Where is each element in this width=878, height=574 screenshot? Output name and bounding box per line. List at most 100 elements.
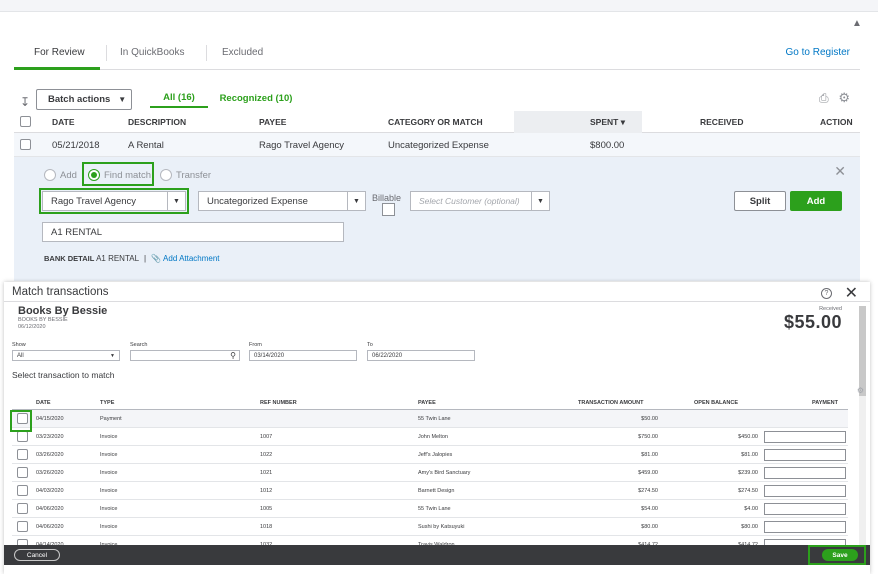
from-value: 03/14/2020 bbox=[254, 352, 285, 359]
payee-select-value: Rago Travel Agency bbox=[51, 195, 137, 207]
radio-transfer[interactable]: Transfer bbox=[160, 169, 211, 181]
tab-for-review[interactable]: For Review bbox=[34, 47, 85, 58]
table-header: DATE DESCRIPTION PAYEE CATEGORY OR MATCH… bbox=[14, 111, 860, 133]
add-attachment-link[interactable]: Add Attachment bbox=[163, 254, 219, 263]
table-row[interactable]: 04/15/2020 Payment 55 Twin Lane $50.00 bbox=[12, 410, 848, 428]
payment-input[interactable] bbox=[764, 431, 846, 443]
search-input[interactable]: ⚲ bbox=[130, 350, 240, 361]
dialog-footer: Cancel Save bbox=[4, 545, 870, 565]
row-date: 05/21/2018 bbox=[52, 140, 100, 151]
row-checkbox[interactable] bbox=[17, 431, 28, 442]
go-to-register-link[interactable]: Go to Register bbox=[786, 47, 850, 58]
col-payee: PAYEE bbox=[418, 400, 436, 406]
sort-arrow-icon[interactable]: ↧ bbox=[20, 95, 30, 109]
cell-type: Payment bbox=[100, 416, 122, 422]
vendor-sub-name: BOOKS BY BESSIE bbox=[18, 317, 68, 323]
payment-input[interactable] bbox=[764, 449, 846, 461]
cell-date: 03/26/2020 bbox=[36, 452, 64, 458]
row-checkbox[interactable] bbox=[17, 449, 28, 460]
customer-select[interactable]: Select Customer (optional) ▼ bbox=[410, 191, 550, 211]
table-row[interactable]: 04/06/2020 Invoice 1018 Sushi by Katsuyuki $… bbox=[12, 518, 848, 536]
category-select[interactable]: Uncategorized Expense ▼ bbox=[198, 191, 366, 211]
tab-in-quickbooks[interactable]: In QuickBooks bbox=[120, 47, 184, 58]
col-payee[interactable]: PAYEE bbox=[259, 117, 286, 127]
gear-icon[interactable]: ⚙ bbox=[838, 90, 850, 106]
select-all-checkbox[interactable] bbox=[20, 116, 31, 127]
cell-amount: $80.00 bbox=[641, 524, 658, 530]
to-date-input[interactable]: 06/22/2020 bbox=[367, 350, 475, 361]
cell-type: Invoice bbox=[100, 524, 118, 530]
row-checkbox[interactable] bbox=[17, 521, 28, 532]
table-row[interactable]: 03/23/2020 Invoice 1007 John Melton $750.00 $… bbox=[12, 428, 848, 446]
close-icon[interactable]: ✕ bbox=[845, 283, 858, 303]
print-icon[interactable]: ⎙ bbox=[819, 91, 832, 105]
radio-add-circle[interactable] bbox=[44, 169, 56, 181]
cell-amount: $750.00 bbox=[638, 434, 658, 440]
col-date[interactable]: DATE bbox=[52, 117, 75, 127]
payment-input[interactable] bbox=[764, 467, 846, 479]
dialog-scrollbar-thumb[interactable] bbox=[859, 306, 866, 396]
cancel-button[interactable]: Cancel bbox=[14, 549, 60, 561]
radio-find-match-circle[interactable] bbox=[88, 169, 100, 181]
cell-payee: Amy's Bird Sanctuary bbox=[418, 470, 471, 476]
filter-recognized[interactable]: Recognized (10) bbox=[215, 88, 297, 108]
table-row[interactable]: 04/06/2020 Invoice 1005 55 Twin Lane $54.00 $… bbox=[12, 500, 848, 518]
cell-balance: $450.00 bbox=[738, 434, 758, 440]
row-checkbox[interactable] bbox=[17, 467, 28, 478]
cell-balance: $4.00 bbox=[744, 506, 758, 512]
batch-actions-button[interactable]: Batch actions ▼ bbox=[36, 89, 132, 110]
dialog-divider bbox=[4, 301, 870, 302]
row-checkbox[interactable] bbox=[17, 503, 28, 514]
row-checkbox[interactable] bbox=[20, 139, 31, 150]
payment-input[interactable] bbox=[764, 485, 846, 497]
from-date-input[interactable]: 03/14/2020 bbox=[249, 350, 357, 361]
billable-checkbox[interactable] bbox=[382, 203, 395, 216]
col-date: DATE bbox=[36, 400, 51, 406]
gear-icon[interactable]: ⚙ bbox=[857, 386, 864, 395]
row-spent: $800.00 bbox=[590, 140, 625, 151]
chevron-up-icon[interactable]: ▲ bbox=[848, 14, 866, 32]
cell-amount: $81.00 bbox=[641, 452, 658, 458]
to-value: 06/22/2020 bbox=[372, 352, 403, 359]
active-tab-indicator bbox=[14, 67, 100, 70]
bank-detail-label: BANK DETAIL bbox=[44, 254, 95, 263]
memo-input[interactable]: A1 RENTAL bbox=[42, 222, 344, 242]
search-label: Search bbox=[130, 342, 148, 348]
payment-input[interactable] bbox=[764, 503, 846, 515]
col-received[interactable]: RECEIVED bbox=[700, 117, 743, 127]
table-row[interactable]: 05/21/2018 A Rental Rago Travel Agency U… bbox=[14, 133, 860, 157]
cell-balance: $239.00 bbox=[738, 470, 758, 476]
radio-add[interactable]: Add bbox=[44, 169, 77, 181]
tab-excluded[interactable]: Excluded bbox=[222, 47, 263, 58]
cell-amount: $274.50 bbox=[638, 488, 658, 494]
table-row[interactable]: 03/26/2020 Invoice 1022 Jeff's Jalopies $81.… bbox=[12, 446, 848, 464]
cell-payee: Sushi by Katsuyuki bbox=[418, 524, 465, 530]
radio-add-label: Add bbox=[60, 169, 77, 181]
cell-type: Invoice bbox=[100, 470, 118, 476]
cell-payee: 55 Twin Lane bbox=[418, 506, 451, 512]
split-button[interactable]: Split bbox=[734, 191, 786, 211]
table-row[interactable]: 03/26/2020 Invoice 1021 Amy's Bird Sanctuar… bbox=[12, 464, 848, 482]
table-row[interactable]: 04/03/2020 Invoice 1012 Barnett Design $274.… bbox=[12, 482, 848, 500]
caret-down-icon: ▼ bbox=[110, 352, 115, 359]
help-icon[interactable]: ? bbox=[821, 288, 832, 299]
payment-input[interactable] bbox=[764, 521, 846, 533]
col-spent[interactable]: SPENT ▾ bbox=[590, 117, 625, 128]
show-select[interactable]: All ▼ bbox=[12, 350, 120, 361]
radio-find-match[interactable]: Find match bbox=[88, 169, 151, 181]
row-checkbox[interactable] bbox=[17, 485, 28, 496]
payee-select[interactable]: Rago Travel Agency ▼ bbox=[42, 191, 186, 211]
col-description[interactable]: DESCRIPTION bbox=[128, 117, 186, 127]
filter-all[interactable]: All (16) bbox=[150, 88, 208, 108]
top-strip bbox=[0, 0, 878, 12]
radio-transfer-circle[interactable] bbox=[160, 169, 172, 181]
bank-detail-separator: | bbox=[143, 254, 147, 263]
cell-payee: John Melton bbox=[418, 434, 448, 440]
paperclip-icon[interactable]: 📎 bbox=[151, 254, 161, 263]
close-icon[interactable]: ✕ bbox=[834, 163, 846, 180]
col-category[interactable]: CATEGORY OR MATCH bbox=[388, 117, 483, 127]
cell-date: 04/06/2020 bbox=[36, 506, 64, 512]
cell-payee: Jeff's Jalopies bbox=[418, 452, 453, 458]
col-open-balance: OPEN BALANCE bbox=[694, 400, 739, 406]
add-button[interactable]: Add bbox=[790, 191, 842, 211]
